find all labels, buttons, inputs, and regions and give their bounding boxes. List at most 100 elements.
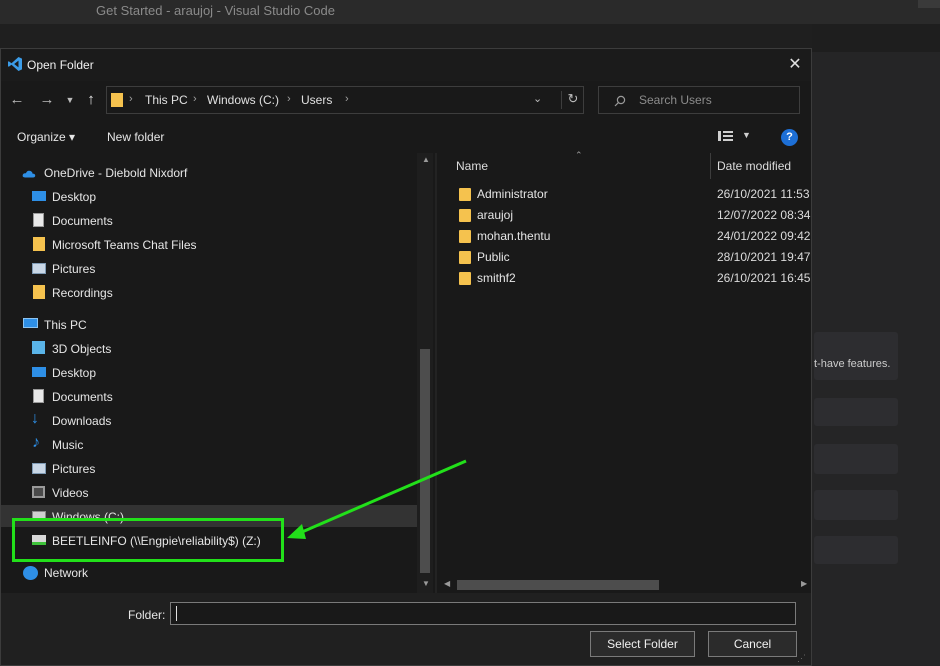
new-folder-button[interactable]: New folder: [107, 130, 164, 144]
breadcrumb-users[interactable]: Users: [301, 93, 332, 107]
nav-item-pictures-pc[interactable]: Pictures: [1, 457, 417, 481]
nav-item-network[interactable]: Network: [1, 561, 417, 585]
search-box[interactable]: Search Users: [598, 86, 800, 114]
nav-label: Desktop: [52, 190, 97, 204]
view-options-icon[interactable]: [718, 130, 734, 142]
desktop-icon: [32, 191, 46, 201]
list-item[interactable]: Public 28/10/2021 19:47: [437, 247, 811, 268]
scroll-right-icon[interactable]: ▶: [801, 579, 807, 588]
folder-icon: [33, 237, 45, 251]
nav-label: Documents: [52, 214, 113, 228]
file-name: smithf2: [477, 271, 516, 285]
sort-ascending-icon: ⌃: [575, 150, 583, 160]
folder-input[interactable]: [170, 602, 796, 625]
folder-icon: [459, 272, 471, 285]
nav-item-recordings[interactable]: Recordings: [1, 281, 417, 305]
nav-label: Desktop: [52, 366, 97, 380]
file-date: 26/10/2021 11:53: [717, 187, 810, 201]
nav-label: Microsoft Teams Chat Files: [52, 238, 197, 252]
forward-arrow-icon[interactable]: →: [37, 89, 57, 111]
nav-item-documents[interactable]: Documents: [1, 209, 417, 233]
dialog-title: Open Folder: [27, 58, 94, 72]
list-item[interactable]: smithf2 26/10/2021 16:45: [437, 268, 811, 289]
background-card: [814, 444, 898, 474]
nav-label: Recordings: [52, 286, 113, 300]
breadcrumb-separator-icon: ›: [287, 93, 291, 105]
nav-item-downloads[interactable]: ↓ Downloads: [1, 409, 417, 433]
folder-icon: [111, 93, 123, 107]
breadcrumb-separator-icon: ›: [345, 93, 349, 105]
select-folder-button[interactable]: Select Folder: [590, 631, 695, 657]
file-date: 26/10/2021 16:45: [717, 271, 811, 285]
file-date: 24/01/2022 09:42: [717, 229, 811, 243]
vscode-icon: [8, 57, 22, 71]
scroll-down-icon[interactable]: ▼: [422, 579, 430, 588]
file-name: araujoj: [477, 208, 514, 222]
close-button[interactable]: ✕: [783, 54, 807, 76]
window-control[interactable]: [918, 0, 940, 8]
file-name: Public: [477, 250, 510, 264]
nav-label: Pictures: [52, 462, 96, 476]
view-options-chevron-icon[interactable]: ▼: [742, 130, 751, 140]
text-caret: [176, 606, 177, 621]
nav-item-desktop[interactable]: Desktop: [1, 185, 417, 209]
help-icon[interactable]: ?: [781, 129, 798, 146]
list-item[interactable]: Administrator 26/10/2021 11:53: [437, 184, 811, 205]
3d-objects-icon: [32, 341, 45, 354]
network-icon: [23, 566, 38, 580]
recent-locations-chevron-icon[interactable]: ▼: [63, 89, 77, 111]
background-card: [814, 490, 898, 520]
up-arrow-icon[interactable]: ↑: [81, 89, 101, 111]
folder-icon: [459, 209, 471, 222]
search-icon: [614, 95, 626, 107]
nav-scrollbar-thumb[interactable]: [420, 349, 430, 573]
cancel-button[interactable]: Cancel: [708, 631, 797, 657]
search-placeholder: Search Users: [639, 93, 712, 107]
folder-icon: [459, 251, 471, 264]
nav-item-3d-objects[interactable]: 3D Objects: [1, 337, 417, 361]
breadcrumb-separator-icon: ›: [193, 93, 197, 105]
nav-item-teams-chat-files[interactable]: Microsoft Teams Chat Files: [1, 233, 417, 257]
breadcrumb-windows-c[interactable]: Windows (C:): [207, 93, 279, 107]
document-icon: [33, 213, 44, 227]
address-dropdown-chevron-icon[interactable]: ⌄: [533, 92, 542, 105]
folder-label: Folder:: [128, 608, 166, 622]
nav-item-documents-pc[interactable]: Documents: [1, 385, 417, 409]
column-divider[interactable]: [710, 153, 711, 179]
nav-label: Downloads: [52, 414, 112, 428]
nav-item-this-pc[interactable]: This PC: [1, 313, 417, 337]
nav-item-onedrive[interactable]: OneDrive - Diebold Nixdorf: [1, 161, 417, 185]
videos-icon: [32, 486, 45, 498]
resize-grip-icon[interactable]: ⋰: [797, 653, 806, 664]
folder-icon: [459, 230, 471, 243]
nav-item-music[interactable]: ♪ Music: [1, 433, 417, 457]
nav-item-pictures[interactable]: Pictures: [1, 257, 417, 281]
nav-label: Pictures: [52, 262, 96, 276]
file-name: mohan.thentu: [477, 229, 551, 243]
breadcrumb-this-pc[interactable]: This PC: [145, 93, 188, 107]
file-date: 12/07/2022 08:34: [717, 208, 811, 222]
background-card: [814, 332, 898, 380]
nav-label: Music: [52, 438, 84, 452]
column-header-date-modified[interactable]: Date modified: [717, 159, 791, 173]
list-item[interactable]: araujoj 12/07/2022 08:34: [437, 205, 811, 226]
address-bar[interactable]: › This PC › Windows (C:) › Users › ⌄ ↻: [106, 86, 584, 114]
nav-label: Documents: [52, 390, 113, 404]
list-scrollbar-thumb[interactable]: [457, 580, 659, 590]
background-card: [814, 536, 898, 564]
folder-icon: [33, 285, 45, 299]
nav-label: OneDrive - Diebold Nixdorf: [44, 166, 188, 180]
scroll-up-icon[interactable]: ▲: [422, 155, 430, 164]
back-arrow-icon[interactable]: ←: [7, 89, 27, 111]
refresh-icon[interactable]: ↻: [561, 91, 584, 109]
organize-button[interactable]: Organize ▾: [17, 130, 75, 144]
nav-label: This PC: [44, 318, 87, 332]
column-header-name[interactable]: Name: [456, 159, 488, 173]
nav-item-videos[interactable]: Videos: [1, 481, 417, 505]
nav-item-desktop-pc[interactable]: Desktop: [1, 361, 417, 385]
file-name: Administrator: [477, 187, 548, 201]
pictures-icon: [32, 263, 46, 274]
nav-label: 3D Objects: [52, 342, 112, 356]
scroll-left-icon[interactable]: ◀: [444, 579, 450, 588]
list-item[interactable]: mohan.thentu 24/01/2022 09:42: [437, 226, 811, 247]
